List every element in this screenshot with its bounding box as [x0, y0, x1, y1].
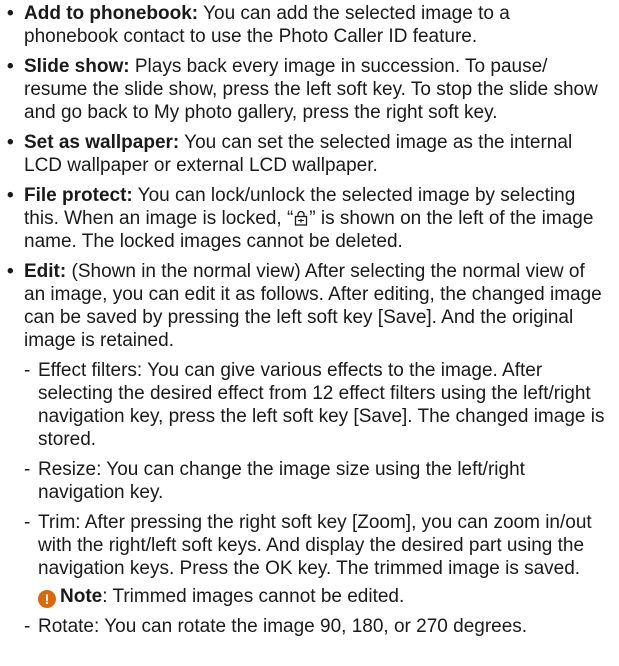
bullet: • — [7, 132, 14, 153]
bullet: • — [7, 56, 14, 77]
manual-page: • Add to phonebook: You can add the selec… — [0, 2, 619, 666]
list-item-set-as-wallpaper: • Set as wallpaper: You can set the selec… — [7, 131, 609, 177]
item-term: Add to phonebook: — [24, 3, 199, 24]
subitem-trim: - Trim: After pressing the right soft key… — [24, 511, 609, 608]
dash: - — [24, 616, 31, 637]
subitem-text: Rotate: You can rotate the image 90, 180… — [38, 616, 528, 637]
note-label: Note — [60, 586, 103, 607]
bullet: • — [7, 3, 14, 24]
subitem-rotate: - Rotate: You can rotate the image 90, 18… — [24, 615, 609, 638]
list-item-slide-show: • Slide show: Plays back every image in s… — [7, 55, 609, 124]
list-item-file-protect: • File protect: You can lock/unlock the s… — [7, 184, 609, 253]
subitem-resize: - Resize: You can change the image size u… — [24, 458, 609, 504]
item-term: File protect: — [24, 185, 133, 206]
item-term: Slide show: — [24, 56, 130, 77]
subitem-text: Resize: You can change the image size us… — [38, 459, 525, 503]
list-item-edit: • Edit: (Shown in the normal view) After … — [7, 260, 609, 638]
item-term: Edit: — [24, 261, 67, 282]
subitem-text: Effect filters: You can give various eff… — [38, 360, 605, 450]
dash: - — [24, 459, 31, 480]
dash: - — [24, 512, 31, 533]
item-term: Set as wallpaper: — [24, 132, 180, 153]
bullet: • — [7, 185, 14, 206]
lock-icon — [293, 209, 309, 226]
dash: - — [24, 360, 31, 381]
subitem-effect-filters: - Effect filters: You can give various ef… — [24, 359, 609, 451]
warning-icon: ! — [38, 590, 56, 608]
subitem-text: Trim: After pressing the right soft key … — [38, 512, 592, 579]
list-item-add-to-phonebook: • Add to phonebook: You can add the selec… — [7, 2, 609, 48]
bullet: • — [7, 261, 14, 282]
note-text: : Trimmed images cannot be edited. — [102, 586, 405, 607]
note: ! Note: Trimmed images cannot be edited. — [38, 585, 609, 608]
item-text: (Shown in the normal view) After selecti… — [24, 261, 602, 351]
